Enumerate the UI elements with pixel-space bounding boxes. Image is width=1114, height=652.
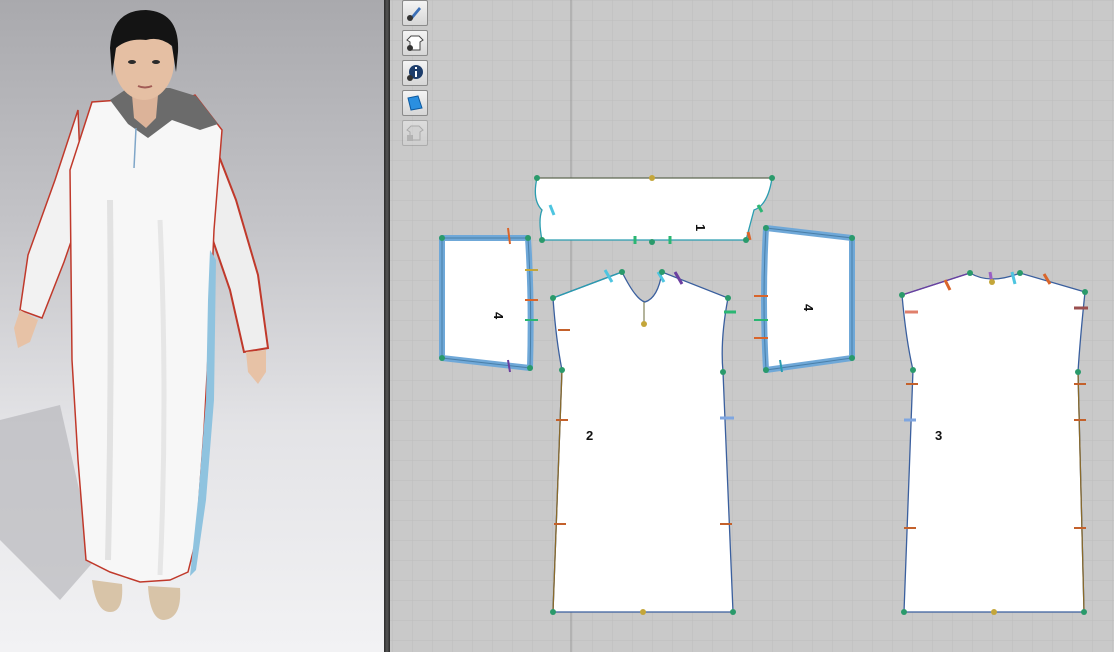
pencil-eye-icon[interactable] bbox=[402, 0, 428, 26]
pattern-board: 1 4 2 4 3 bbox=[390, 0, 1114, 652]
avatar-render bbox=[0, 10, 270, 620]
2d-toolbar bbox=[402, 0, 430, 150]
info-eye-icon[interactable] bbox=[402, 60, 428, 86]
pattern-piece-2-label: 2 bbox=[586, 428, 593, 443]
shirt-eye-icon[interactable] bbox=[402, 30, 428, 56]
fabric-sheet-icon[interactable] bbox=[402, 90, 428, 116]
pattern-piece-4-left[interactable]: 4 bbox=[439, 227, 538, 373]
pattern-piece-4-left-label: 4 bbox=[491, 312, 506, 320]
pattern-piece-3[interactable]: 3 bbox=[899, 270, 1088, 615]
pattern-piece-1[interactable]: 1 bbox=[534, 175, 775, 245]
pattern-piece-2[interactable]: 2 bbox=[550, 269, 736, 615]
pattern-piece-3-label: 3 bbox=[935, 428, 942, 443]
lock-shirt-icon[interactable] bbox=[402, 120, 428, 146]
pattern-piece-1-label: 1 bbox=[693, 224, 708, 231]
pattern-piece-4-right-label: 4 bbox=[801, 304, 816, 312]
2d-pattern-viewport[interactable]: 1 4 2 4 3 bbox=[390, 0, 1114, 652]
3d-viewport[interactable] bbox=[0, 0, 384, 652]
pattern-piece-4-right[interactable]: 4 bbox=[754, 225, 855, 373]
